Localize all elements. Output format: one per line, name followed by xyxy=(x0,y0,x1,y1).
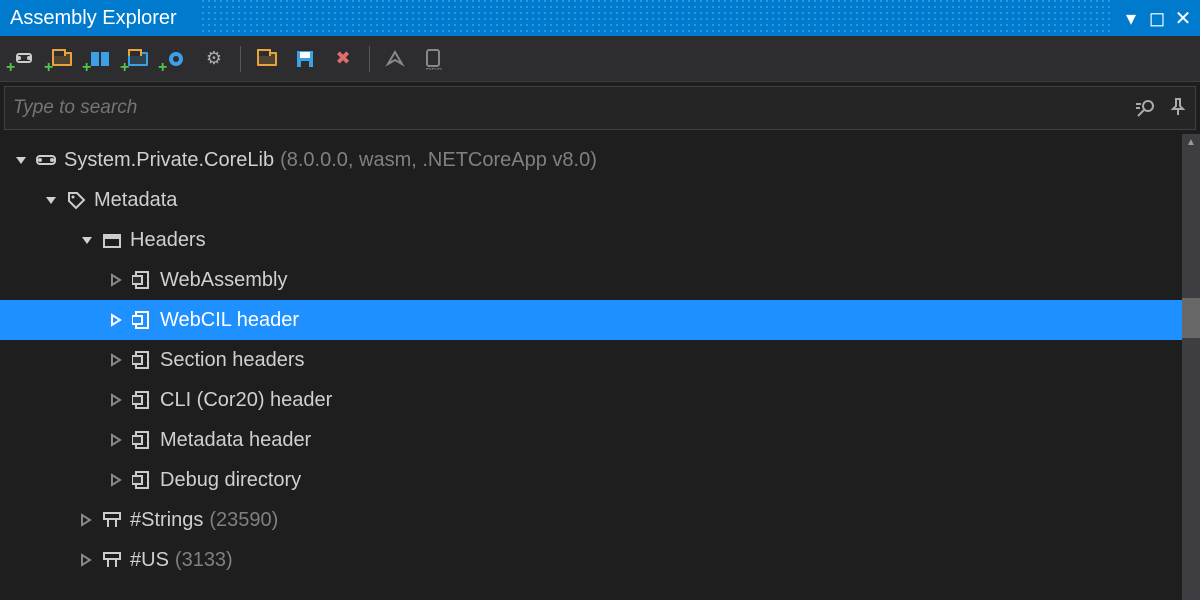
collapse-icon[interactable] xyxy=(110,313,126,327)
tree-label: Metadata xyxy=(94,189,177,212)
tree-node-header-item[interactable]: Metadata header xyxy=(0,420,1182,460)
tree-node-header-item[interactable]: CLI (Cor20) header xyxy=(0,380,1182,420)
collapse-icon[interactable] xyxy=(80,553,96,567)
tree-label: WebAssembly xyxy=(160,269,287,292)
document-icon xyxy=(130,308,154,332)
collapse-icon[interactable] xyxy=(110,353,126,367)
document-icon xyxy=(130,428,154,452)
tree-label: WebCIL header xyxy=(160,309,299,332)
expand-icon[interactable] xyxy=(14,153,30,167)
clear-button[interactable]: ✖ xyxy=(329,45,357,73)
tree-node-header-item[interactable]: Section headers xyxy=(0,340,1182,380)
headers-icon xyxy=(100,228,124,252)
search-input[interactable] xyxy=(13,97,1135,119)
load-pdb-button[interactable]: PDB xyxy=(420,45,448,73)
toolbar-separator xyxy=(240,46,241,72)
toolbar: + + + + + ⚙ ✖ xyxy=(0,36,1200,82)
open-view-button[interactable] xyxy=(253,45,281,73)
send-to-vs-button[interactable] xyxy=(382,45,410,73)
tag-icon xyxy=(64,188,88,212)
tree-node-headers[interactable]: Headers xyxy=(0,220,1182,260)
options-button[interactable]: ⚙ xyxy=(200,45,228,73)
window-maximize-icon[interactable]: ◻ xyxy=(1146,6,1168,31)
search-bar xyxy=(4,86,1196,130)
save-button[interactable] xyxy=(291,45,319,73)
tree-node-assembly[interactable]: System.Private.CoreLib (8.0.0.0, wasm, .… xyxy=(0,140,1182,180)
collapse-icon[interactable] xyxy=(80,513,96,527)
vertical-scrollbar[interactable]: ▲ xyxy=(1182,134,1200,600)
stream-icon xyxy=(100,508,124,532)
titlebar-grip xyxy=(200,0,1110,36)
expand-icon[interactable] xyxy=(44,193,60,207)
window-title: Assembly Explorer xyxy=(10,7,177,30)
tree-label-detail: (8.0.0.0, wasm, .NETCoreApp v8.0) xyxy=(280,149,597,172)
tree-label: #US xyxy=(130,549,169,572)
window-close-icon[interactable]: ✕ xyxy=(1172,6,1194,31)
stream-icon xyxy=(100,548,124,572)
document-icon xyxy=(130,388,154,412)
tree-label: Debug directory xyxy=(160,469,301,492)
titlebar[interactable]: Assembly Explorer ▾ ◻ ✕ xyxy=(0,0,1200,36)
open-folder-button[interactable]: + xyxy=(48,45,76,73)
tree-label: #Strings xyxy=(130,509,203,532)
tree-view[interactable]: System.Private.CoreLib (8.0.0.0, wasm, .… xyxy=(0,134,1182,600)
tree-count: (3133) xyxy=(175,549,233,572)
add-recent-button[interactable]: + xyxy=(162,45,190,73)
scroll-up-icon[interactable]: ▲ xyxy=(1182,134,1200,152)
tree-count: (23590) xyxy=(209,509,278,532)
collapse-icon[interactable] xyxy=(110,433,126,447)
collapse-icon[interactable] xyxy=(110,273,126,287)
scroll-thumb[interactable] xyxy=(1182,298,1200,338)
tree-label: Headers xyxy=(130,229,206,252)
tree-node-stream[interactable]: #US (3133) xyxy=(0,540,1182,580)
add-nuget-button[interactable]: + xyxy=(86,45,114,73)
tree-node-stream[interactable]: #Strings (23590) xyxy=(0,500,1182,540)
window-dropdown-icon[interactable]: ▾ xyxy=(1120,6,1142,31)
tree-label: CLI (Cor20) header xyxy=(160,389,332,412)
svg-text:PDB: PDB xyxy=(426,67,442,70)
expand-icon[interactable] xyxy=(80,233,96,247)
collapse-icon[interactable] xyxy=(110,473,126,487)
tree-node-header-item[interactable]: WebAssembly xyxy=(0,260,1182,300)
tree-node-metadata[interactable]: Metadata xyxy=(0,180,1182,220)
document-icon xyxy=(130,268,154,292)
pin-icon[interactable] xyxy=(1169,97,1187,119)
document-icon xyxy=(130,468,154,492)
tree-label: Metadata header xyxy=(160,429,311,452)
document-icon xyxy=(130,348,154,372)
tree-label: System.Private.CoreLib xyxy=(64,149,274,172)
tree-node-header-item[interactable]: WebCIL header xyxy=(0,300,1182,340)
add-assembly-button[interactable]: + xyxy=(10,45,38,73)
search-icon[interactable] xyxy=(1135,97,1157,119)
tree-node-header-item[interactable]: Debug directory xyxy=(0,460,1182,500)
tree-label: Section headers xyxy=(160,349,305,372)
collapse-icon[interactable] xyxy=(110,393,126,407)
toolbar-separator xyxy=(369,46,370,72)
add-sdk-button[interactable]: + xyxy=(124,45,152,73)
assembly-icon xyxy=(34,148,58,172)
